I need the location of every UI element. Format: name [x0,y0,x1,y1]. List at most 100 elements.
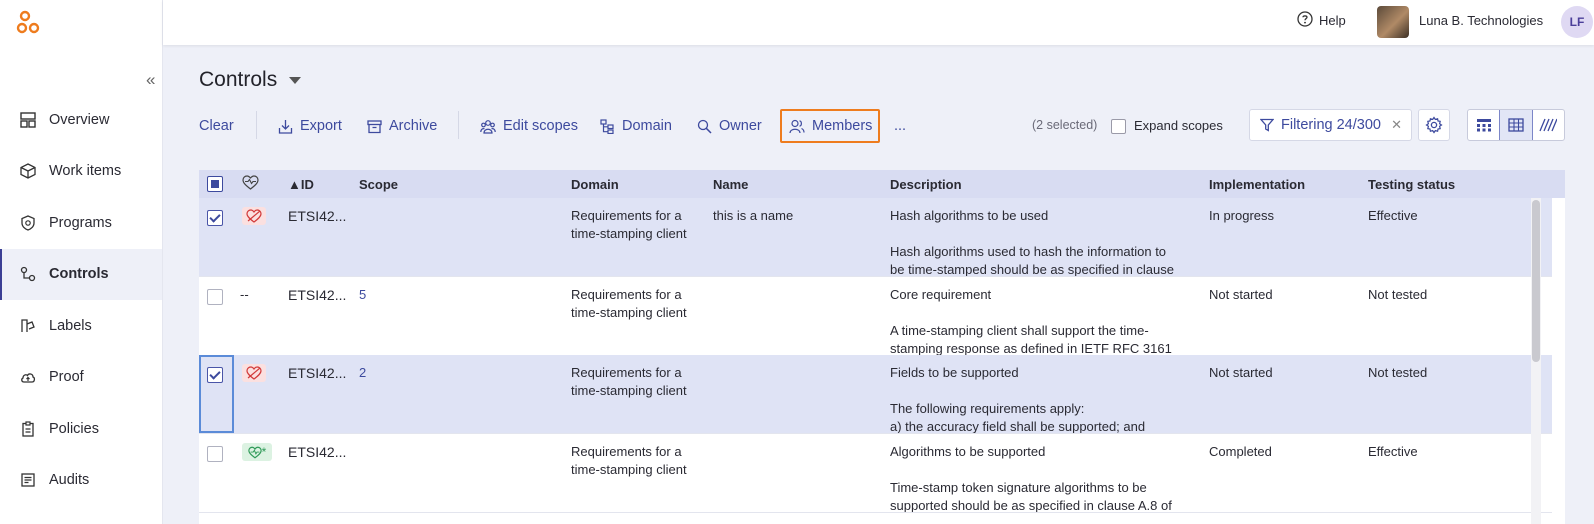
table-header: ▲ID Scope Domain Name Description Implem… [199,170,1565,198]
health-column-icon[interactable] [242,175,259,194]
row-description-body-line2: a) the accuracy field shall be supported… [890,419,1146,434]
sidebar-nav: Overview Work items Programs Controls La… [0,94,162,506]
members-button[interactable]: Members [789,116,872,136]
controls-icon [19,265,37,283]
expand-scopes-checkbox[interactable] [1111,119,1126,134]
edit-scopes-label: Edit scopes [503,118,578,134]
heartbeat-star: * [261,445,267,459]
user-avatar[interactable]: LF [1561,6,1593,38]
more-actions-button[interactable]: ... [894,116,906,136]
row-checkbox[interactable] [207,210,223,226]
scopes-icon [480,119,496,134]
row-checkbox[interactable] [207,367,223,383]
table-row[interactable]: ETSI42... Requirements for a time-stampi… [199,198,1552,277]
sidebar-item-label: Proof [49,369,84,386]
table-view-icon [1508,118,1524,132]
filter-button[interactable]: Filtering 24/300 ✕ [1249,109,1412,141]
table-row[interactable]: -- ETSI42... 5 Requirements for a time-s… [199,277,1552,356]
overview-icon [19,111,37,129]
column-header-id[interactable]: ▲ID [288,177,314,192]
row-implementation: In progress [1209,208,1275,223]
archive-icon [367,119,382,134]
export-button[interactable]: Export [278,116,342,136]
sidebar-item-label: Overview [49,111,110,128]
column-header-testing-status[interactable]: Testing status [1368,177,1455,192]
row-description-body: Hash algorithms used to hash the informa… [890,244,1174,277]
settings-button[interactable] [1418,109,1450,141]
edit-scopes-button[interactable]: Edit scopes [480,116,578,136]
sidebar: « Overview Work items Programs Controls … [0,0,163,524]
org-name[interactable]: Luna B. Technologies [1419,13,1543,28]
archive-button[interactable]: Archive [367,116,437,136]
row-description-body: The following requirements apply: [890,401,1085,416]
help-button[interactable]: Help [1297,11,1346,30]
export-icon [278,119,293,134]
select-all-checkbox[interactable] [207,176,223,192]
row-description: Algorithms to be supported Time-stamp to… [890,443,1180,513]
row-scope[interactable]: 5 [359,286,366,304]
row-testing-status: Not tested [1368,365,1428,380]
clipboard-icon [19,420,37,438]
scrollbar-thumb[interactable] [1532,200,1540,362]
cloud-upload-icon [19,368,37,386]
broken-heart-icon [242,364,266,382]
sidebar-item-proof[interactable]: Proof [0,352,162,404]
clear-label: Clear [199,118,234,134]
row-checkbox[interactable] [207,446,223,462]
expand-scopes-label[interactable]: Expand scopes [1134,118,1223,133]
sidebar-item-audits[interactable]: Audits [0,455,162,507]
close-icon[interactable]: ✕ [1391,117,1402,133]
view-board-button[interactable] [1468,110,1499,140]
table-row[interactable]: * ETSI42... Requirements for a time-stam… [199,434,1552,513]
sidebar-item-overview[interactable]: Overview [0,94,162,146]
members-icon [789,119,805,134]
table-scrollbar[interactable] [1531,198,1541,524]
sidebar-item-labels[interactable]: Labels [0,300,162,352]
row-implementation: Completed [1209,444,1272,459]
view-compact-button[interactable] [1533,110,1564,140]
shield-icon [19,214,37,232]
audit-list-icon [19,471,37,489]
owner-label: Owner [719,118,762,134]
row-id: ETSI42... [288,287,347,303]
column-header-implementation[interactable]: Implementation [1209,177,1305,192]
collapse-sidebar-button[interactable]: « [146,70,155,90]
sidebar-item-work-items[interactable]: Work items [0,146,162,198]
row-domain: Requirements for a time-stamping client [571,365,687,398]
sidebar-item-label: Work items [49,163,122,180]
clear-button[interactable]: Clear [199,116,234,136]
export-label: Export [300,118,342,134]
sidebar-item-policies[interactable]: Policies [0,403,162,455]
top-bar: Help Luna B. Technologies LF [163,0,1594,45]
toolbar-divider [458,111,459,139]
owner-button[interactable]: Owner [697,116,762,136]
org-avatar[interactable] [1377,6,1409,38]
row-scope[interactable]: 2 [359,364,366,382]
row-description-body: Time-stamp token signature algorithms to… [890,480,1172,513]
row-checkbox[interactable] [207,289,223,305]
column-header-name[interactable]: Name [713,177,748,192]
row-description-title: Core requirement [890,287,992,302]
row-implementation: Not started [1209,365,1273,380]
domain-button[interactable]: Domain [600,116,672,136]
view-table-button[interactable] [1499,110,1533,140]
domain-tree-icon [600,118,615,134]
column-header-description[interactable]: Description [890,177,962,192]
row-description: Core requirement A time-stamping client … [890,286,1180,355]
chevron-down-icon[interactable] [289,77,301,84]
row-testing-status: Effective [1368,208,1418,223]
table-row[interactable]: ETSI42... 2 Requirements for a time-stam… [199,355,1552,434]
column-header-scope[interactable]: Scope [359,177,398,192]
controls-table: ▲ID Scope Domain Name Description Implem… [199,170,1565,524]
sidebar-item-controls[interactable]: Controls [0,248,162,300]
sidebar-item-programs[interactable]: Programs [0,197,162,249]
heartbeat-icon: * [242,443,272,461]
row-domain: Requirements for a time-stamping client [571,208,687,241]
toolbar-divider [256,111,257,139]
selected-count: (2 selected) [1032,118,1098,132]
help-label: Help [1319,13,1346,28]
brand-logo[interactable] [16,10,42,36]
sidebar-item-label: Labels [49,317,92,334]
column-header-domain[interactable]: Domain [571,177,619,192]
cube-icon [19,162,37,180]
